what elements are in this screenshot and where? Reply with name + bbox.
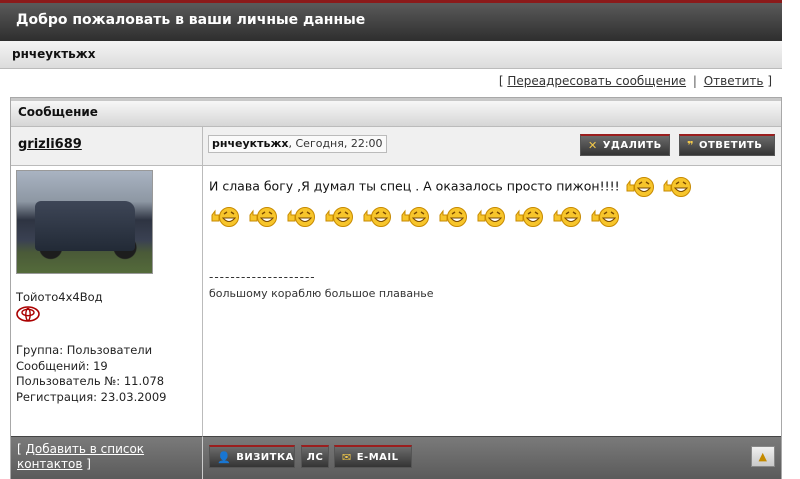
author-user-number: Пользователь №: 11.078 bbox=[16, 374, 165, 388]
smiley-icon bbox=[477, 207, 505, 227]
smiley-icon bbox=[211, 207, 239, 227]
smiley-icon bbox=[626, 177, 654, 197]
author-info: Тойото4х4Вод Группа: Пользователи Сообще… bbox=[11, 166, 203, 436]
bracket-close: ] bbox=[86, 457, 91, 471]
message-actions-links: [ Переадресовать сообщение | Ответить ] bbox=[0, 69, 782, 95]
author-name-cell: grizli689 bbox=[11, 126, 203, 166]
smiley-icon bbox=[439, 207, 467, 227]
post-meta: рнчеуктьжх, Сегодня, 22:00 bbox=[208, 135, 387, 153]
post-footer-left: [ Добавить в список контактов ] bbox=[11, 436, 203, 479]
delete-button-label: УДАЛИТЬ bbox=[602, 140, 662, 151]
post-text: И слава богу ,Я думал ты спец . А оказал… bbox=[209, 178, 620, 194]
author-stats: Группа: Пользователи Сообщений: 19 Польз… bbox=[16, 343, 202, 405]
author-posts-count: Сообщений: 19 bbox=[16, 358, 108, 373]
post-text-line: И слава богу ,Я думал ты спец . А оказал… bbox=[209, 176, 781, 198]
post-header: рнчеуктьжх, Сегодня, 22:00 ✕ УДАЛИТЬ ❞ О… bbox=[203, 126, 781, 166]
envelope-icon: ✉ bbox=[342, 450, 352, 464]
author-username-link[interactable]: grizli689 bbox=[18, 137, 82, 152]
bracket-open: [ bbox=[498, 74, 504, 88]
smiley-icon bbox=[325, 207, 353, 227]
page-title: Добро пожаловать в ваши личные данные bbox=[0, 0, 782, 41]
reply-button-label: ОТВЕТИТЬ bbox=[698, 140, 763, 151]
reply-link[interactable]: Ответить bbox=[704, 74, 764, 88]
email-button[interactable]: ✉ E-MAIL bbox=[334, 445, 412, 468]
delete-button[interactable]: ✕ УДАЛИТЬ bbox=[580, 134, 670, 156]
quote-icon: ❞ bbox=[687, 139, 694, 152]
toyota-logo-icon bbox=[16, 306, 40, 322]
smiley-icon bbox=[249, 207, 277, 227]
author-group: Группа: Пользователи bbox=[16, 343, 153, 357]
profile-card-button[interactable]: 👤 ВИЗИТКА bbox=[209, 445, 295, 468]
signature: большому кораблю большое плаванье bbox=[209, 287, 434, 300]
email-button-label: E-MAIL bbox=[356, 451, 399, 463]
smiley-row bbox=[209, 206, 781, 228]
reply-button[interactable]: ❞ ОТВЕТИТЬ bbox=[679, 134, 775, 156]
avatar bbox=[16, 170, 153, 274]
links-separator: | bbox=[692, 74, 697, 88]
arrow-up-icon: ▲ bbox=[758, 450, 768, 463]
topic-subject: рнчеуктьжх bbox=[0, 41, 782, 69]
private-message-button[interactable]: ЛС bbox=[301, 445, 329, 468]
smiley-icon bbox=[591, 207, 619, 227]
smiley-icon bbox=[553, 207, 581, 227]
signature-divider: -------------------- bbox=[209, 270, 316, 284]
post-title: рнчеуктьжх bbox=[212, 137, 289, 150]
post-body: И слава богу ,Я думал ты спец . А оказал… bbox=[203, 166, 781, 436]
smiley-icon bbox=[287, 207, 315, 227]
forward-message-link[interactable]: Переадресовать сообщение bbox=[507, 74, 686, 88]
post-date: , Сегодня, 22:00 bbox=[288, 137, 383, 150]
bracket-close: ] bbox=[767, 74, 772, 88]
add-contact-link[interactable]: Добавить в список контактов bbox=[17, 442, 144, 471]
user-icon: 👤 bbox=[217, 450, 232, 464]
bracket-open: [ bbox=[17, 442, 22, 456]
smiley-icon bbox=[363, 207, 391, 227]
post-footer-right: 👤 ВИЗИТКА ЛС ✉ E-MAIL ▲ bbox=[203, 436, 781, 479]
author-rank: Тойото4х4Вод bbox=[16, 290, 103, 304]
smiley-icon bbox=[401, 207, 429, 227]
private-message-label: ЛС bbox=[306, 451, 324, 463]
section-title: Сообщение bbox=[11, 98, 781, 126]
post-container: Сообщение grizli689 рнчеуктьжх, Сегодня,… bbox=[10, 97, 782, 479]
smiley-icon bbox=[515, 207, 543, 227]
profile-card-label: ВИЗИТКА bbox=[236, 451, 294, 463]
x-icon: ✕ bbox=[588, 139, 598, 152]
smiley-icon bbox=[663, 177, 691, 197]
scroll-top-button[interactable]: ▲ bbox=[751, 446, 775, 467]
author-registration: Регистрация: 23.03.2009 bbox=[16, 389, 167, 404]
